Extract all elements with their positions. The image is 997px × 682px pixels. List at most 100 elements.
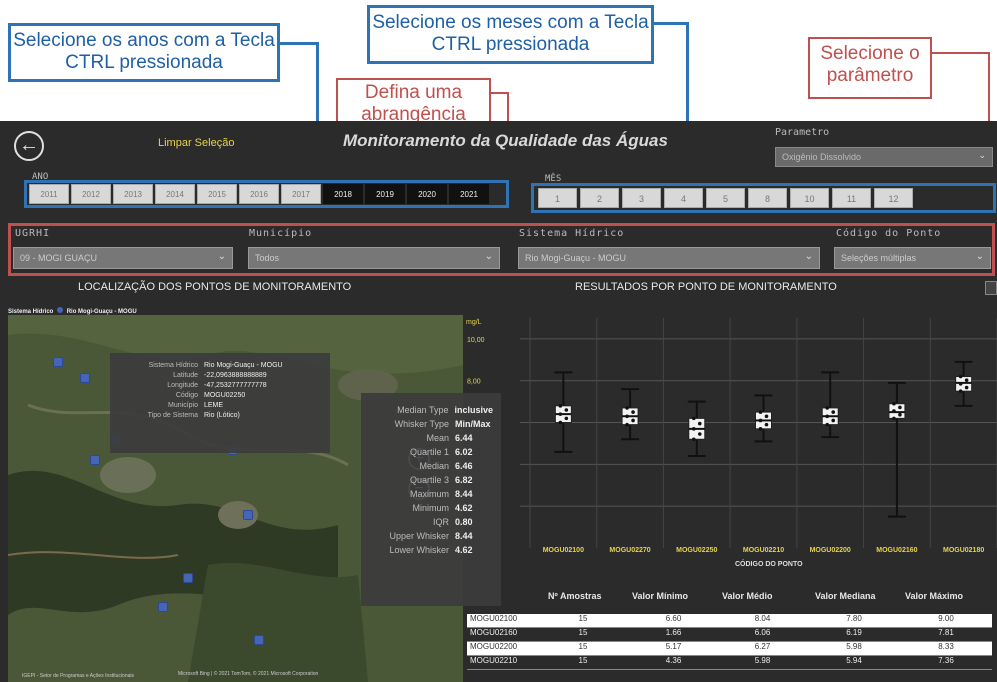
- table-row[interactable]: MOGU02200 15 5.17 6.27 5.98 8.33: [467, 642, 992, 656]
- parameter-label: Parametro: [775, 127, 830, 138]
- data-point: [558, 420, 563, 425]
- year-option[interactable]: 2012: [71, 184, 111, 204]
- month-option[interactable]: 1: [538, 188, 577, 208]
- year-option[interactable]: 2020: [407, 184, 447, 204]
- data-point: [825, 422, 830, 427]
- year-option[interactable]: 2015: [197, 184, 237, 204]
- map-pin[interactable]: [80, 373, 90, 383]
- map-pin[interactable]: [254, 635, 264, 645]
- codigo-value: Seleções múltiplas: [841, 253, 917, 263]
- municipio-dropdown[interactable]: Todos ⌄: [248, 247, 500, 269]
- x-tick-label: MOGU02210: [742, 547, 785, 554]
- municipio-label: Município: [249, 228, 313, 239]
- tooltip-key: Município: [168, 402, 198, 409]
- year-option[interactable]: 2017: [281, 184, 321, 204]
- tooltip-value: 6.44: [455, 433, 473, 443]
- table-header-cell: Valor Máximo: [905, 591, 964, 601]
- tooltip-row: Quartile 1 6.02: [369, 447, 493, 457]
- focus-mode-icon[interactable]: [985, 281, 997, 295]
- table-cell: 8.04: [754, 614, 771, 623]
- data-point: [831, 410, 836, 414]
- month-option[interactable]: 3: [622, 188, 661, 208]
- table-cell: MOGU02210: [470, 656, 518, 665]
- tooltip-row: Código MOGU02250: [118, 392, 322, 399]
- boxplot-tooltip: Median Type inclusive Whisker Type Min/Max M…: [361, 393, 501, 606]
- month-option[interactable]: 4: [664, 188, 703, 208]
- data-point: [758, 418, 763, 423]
- dashboard: ← Limpar Seleção Monitoramento da Qualid…: [0, 121, 997, 682]
- year-option[interactable]: 2011: [29, 184, 69, 204]
- table-cell: 9.00: [938, 614, 954, 623]
- chart-title: RESULTADOS POR PONTO DE MONITORAMENTO: [575, 281, 837, 293]
- tooltip-key: Upper Whisker: [389, 531, 449, 541]
- map-legend: Sistema Hídrico Rio Mogi-Guaçu - MOGU: [8, 307, 137, 315]
- sistema-dropdown[interactable]: Rio Mogi-Guaçu - MOGU ⌄: [518, 247, 820, 269]
- month-option[interactable]: 12: [874, 188, 913, 208]
- tooltip-key: Median Type: [397, 405, 449, 415]
- map-pin[interactable]: [243, 510, 253, 520]
- data-point: [764, 414, 769, 419]
- tooltip-key: Median: [419, 461, 449, 471]
- tooltip-value: Rio Mogi-Guaçu - MOGU: [204, 362, 283, 369]
- data-point: [825, 414, 830, 419]
- map-pin[interactable]: [90, 455, 100, 465]
- map-tooltip: Sistema Hídrico Rio Mogi-Guaçu - MOGU Lati…: [110, 353, 330, 453]
- year-option[interactable]: 2016: [239, 184, 279, 204]
- param-callout: Selecione o parâmetro: [808, 37, 932, 99]
- table-row[interactable]: MOGU02160 15 1.66 6.06 6.19 7.81: [467, 628, 992, 642]
- ugrhi-label: UGRHI: [15, 228, 51, 239]
- tooltip-value: 4.62: [455, 503, 473, 513]
- tooltip-value: inclusive: [454, 405, 493, 415]
- month-option[interactable]: 5: [706, 188, 745, 208]
- clear-selection-button[interactable]: Limpar Seleção: [158, 137, 234, 149]
- tooltip-value: 6.46: [455, 461, 473, 471]
- data-point: [958, 374, 963, 379]
- data-point: [625, 414, 629, 419]
- month-option[interactable]: 10: [790, 188, 829, 208]
- data-point: [892, 409, 896, 413]
- map-pin[interactable]: [53, 357, 63, 367]
- table-row[interactable]: MOGU02210 15 4.36 5.98 5.94 7.36: [467, 656, 992, 670]
- data-point: [558, 412, 563, 416]
- month-option[interactable]: 2: [580, 188, 619, 208]
- years-callout-text: Selecione os anos com a Tecla CTRL press…: [13, 30, 275, 74]
- map-title: LOCALIZAÇÃO DOS PONTOS DE MONITORAMENTO: [78, 281, 352, 293]
- data-point: [564, 416, 569, 421]
- parameter-value: Oxigênio Dissolvido: [782, 152, 862, 162]
- year-option[interactable]: 2019: [365, 184, 405, 204]
- page-title: Monitoramento da Qualidade das Águas: [343, 131, 668, 150]
- data-point: [631, 410, 635, 414]
- codigo-dropdown[interactable]: Seleções múltiplas ⌄: [834, 247, 991, 269]
- year-option[interactable]: 2018: [323, 184, 363, 204]
- back-arrow-icon[interactable]: ←: [14, 131, 44, 161]
- table-cell: 6.06: [754, 628, 771, 637]
- table-cell: 1.66: [665, 628, 682, 637]
- year-option[interactable]: 2014: [155, 184, 195, 204]
- tooltip-row: Minimum 4.62: [369, 503, 493, 513]
- tooltip-value: Rio (Lótico): [204, 412, 240, 419]
- chevron-down-icon: ⌄: [217, 251, 226, 262]
- boxplot-chart: mg/L 10,00 8,00: [466, 318, 997, 548]
- y-tick-label: 8,00: [467, 379, 481, 386]
- table-header-cell: Valor Mínimo: [632, 591, 689, 601]
- map-pin[interactable]: [158, 602, 168, 612]
- parameter-dropdown[interactable]: Oxigênio Dissolvido ⌄: [775, 147, 993, 167]
- param-callout-text: Selecione o parâmetro: [820, 43, 920, 87]
- tooltip-value: 8.44: [455, 531, 473, 541]
- ugrhi-dropdown[interactable]: 09 - MOGI GUAÇU ⌄: [13, 247, 233, 269]
- year-option[interactable]: 2013: [113, 184, 153, 204]
- table-cell: 7.80: [846, 614, 862, 623]
- map-pin[interactable]: [183, 573, 193, 583]
- tooltip-row: Tipo de Sistema Rio (Lótico): [118, 412, 322, 419]
- table-cell: 7.36: [938, 656, 954, 665]
- month-option[interactable]: 11: [832, 188, 871, 208]
- table-row[interactable]: MOGU02100 15 6.60 8.04 7.80 9.00: [467, 614, 992, 628]
- data-point: [564, 408, 569, 412]
- year-option[interactable]: 2021: [449, 184, 489, 204]
- tooltip-key: Whisker Type: [394, 419, 449, 429]
- month-option[interactable]: 8: [748, 188, 787, 208]
- data-point: [958, 382, 963, 386]
- tooltip-row: Latitude -22,0963888888889: [118, 372, 322, 379]
- table-cell: 15: [578, 614, 588, 623]
- data-point: [831, 418, 836, 423]
